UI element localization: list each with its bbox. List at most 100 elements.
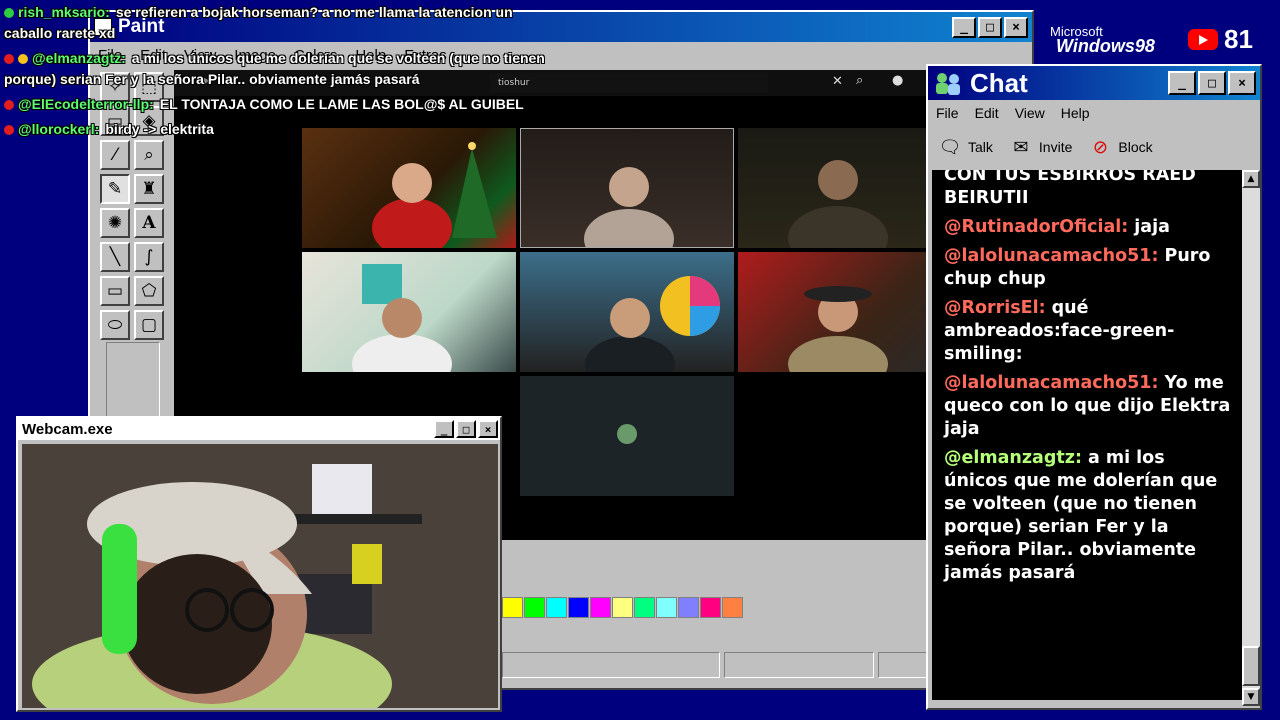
avatar-icon [617,424,637,444]
maximize-button[interactable]: □ [978,16,1002,38]
palette-swatch[interactable] [524,597,545,618]
palette-swatch[interactable] [722,597,743,618]
chat-username[interactable]: @lalolunacamacho51: [944,373,1159,393]
christmas-tree-icon [372,142,497,248]
chat-title: Chat [970,67,1028,98]
palette-swatch[interactable] [590,597,611,618]
close-button[interactable]: × [1228,71,1256,95]
talk-button[interactable]: 🗨 Talk [938,135,993,159]
chat-username[interactable]: @RorrisEl: [944,298,1046,318]
text-icon[interactable]: A [134,208,164,238]
overlay-chat-line: @ElEcodelterror-llp: EL TONTAJA COMO LE L… [4,96,524,112]
chat-scrollbar[interactable]: ▲ ▼ [1242,170,1260,706]
video-tile-3[interactable] [738,128,952,248]
webcam-title: Webcam.exe [22,420,113,438]
menu-file[interactable]: File [936,105,959,121]
youtube-search-input[interactable]: tioshur [490,73,768,93]
airbrush-icon[interactable]: ✺ [100,208,130,238]
video-tile-empty[interactable] [520,376,734,496]
chat-text: jaja [1134,217,1170,237]
block-label: Block [1118,139,1153,155]
close-button[interactable]: × [478,420,498,438]
streamer-silhouette-icon [788,160,888,248]
youtube-icon [1188,29,1218,50]
line-icon[interactable]: ╲ [100,242,130,272]
palette-swatch[interactable] [568,597,589,618]
chat-username[interactable]: @lalolunacamacho51: [944,246,1159,266]
palette-swatch[interactable] [546,597,567,618]
overlay-chat-line: @elmanzagtz: a mi los únicos que me doler… [4,50,545,66]
talk-label: Talk [968,139,993,155]
invite-button[interactable]: ✉ Invite [1009,135,1072,159]
chat-message: @lalolunacamacho51: Puro chup chup [944,245,1232,291]
chat-text: a mi los únicos que me dolerían que se v… [944,448,1218,583]
webcam-window: Webcam.exe _ □ × [16,416,502,712]
palette-swatch[interactable] [656,597,677,618]
palette-swatch[interactable] [612,597,633,618]
overlay-chat-line: @llorockerl: birdy -> elektrita [4,121,214,137]
rectangle-icon[interactable]: ▭ [100,276,130,306]
maximize-button[interactable]: □ [456,420,476,438]
minimize-button[interactable]: _ [434,420,454,438]
pencil-icon[interactable]: ✎ [100,174,130,204]
viewer-counter: 81 [1188,24,1253,55]
chat-message: @RutinadorOficial: jaja [944,216,1232,239]
ellipse-icon[interactable]: ⬭ [100,310,130,340]
palette-swatch[interactable] [502,597,523,618]
chat-menubar: File Edit View Help [928,100,1260,126]
webcam-titlebar[interactable]: Webcam.exe _ □ × [18,418,500,440]
invite-label: Invite [1038,139,1073,155]
prize-wheel-icon [585,276,720,372]
chat-message: CON TUS ESBIRROS RAED BEIRUTII [944,170,1232,210]
people-icon [932,70,964,96]
curve-icon[interactable]: ∫ [134,242,164,272]
microphone-icon[interactable]: ● [892,73,903,88]
close-button[interactable]: × [1004,16,1028,38]
chat-titlebar[interactable]: Chat _ □ × [928,66,1260,100]
minimize-button[interactable]: _ [1168,71,1196,95]
status-cell [724,652,874,678]
video-tile-5[interactable] [520,252,734,372]
palette-swatch[interactable] [634,597,655,618]
block-button[interactable]: ⊘ Block [1088,135,1153,159]
menu-help[interactable]: Help [1061,105,1090,121]
streamer-silhouette-icon [352,264,452,372]
video-tile-1[interactable] [302,128,516,248]
invite-icon: ✉ [1013,136,1029,157]
clear-search-icon[interactable]: ✕ [832,74,843,89]
palette-swatch[interactable] [678,597,699,618]
chat-username[interactable]: @RutinadorOficial: [944,217,1128,237]
polygon-icon[interactable]: ⬠ [134,276,164,306]
palette-swatch[interactable] [700,597,721,618]
chat-message: @lalolunacamacho51: Yo me queco con lo qu… [944,372,1232,441]
badge-icon [4,8,14,19]
scroll-thumb[interactable] [1242,646,1260,686]
scroll-up-icon[interactable]: ▲ [1242,170,1260,188]
chat-text: CON TUS ESBIRROS RAED BEIRUTII [944,170,1196,208]
video-tile-4[interactable] [302,252,516,372]
video-tile-2[interactable] [520,128,734,248]
streamer-silhouette-icon [788,286,888,372]
youtube-badge-icon [4,125,14,136]
member-badge-icon [18,54,28,65]
youtube-badge-icon [4,100,14,111]
chat-message: @elmanzagtz: a mi los únicos que me doler… [944,447,1232,585]
talk-icon: 🗨 [938,136,962,157]
viewer-count: 81 [1224,24,1253,54]
overlay-chat-line: rish_mksario: se refieren a bojak horsema… [4,4,513,20]
chat-message-log[interactable]: CON TUS ESBIRROS RAED BEIRUTII @Rutinador… [932,170,1242,700]
search-icon[interactable]: ⌕ [856,73,863,88]
rounded-rect-icon[interactable]: ▢ [134,310,164,340]
menu-edit[interactable]: Edit [975,105,999,121]
tool-options-panel[interactable] [106,342,160,422]
minimize-button[interactable]: _ [952,16,976,38]
maximize-button[interactable]: □ [1198,71,1226,95]
scroll-down-icon[interactable]: ▼ [1242,688,1260,706]
menu-view[interactable]: View [1015,105,1045,121]
video-tile-6[interactable] [738,252,952,372]
brush-icon[interactable]: ♜ [134,174,164,204]
magnifier-icon[interactable]: ⌕ [134,140,164,170]
eyedropper-icon[interactable]: ⁄ [100,140,130,170]
status-cell [878,652,928,678]
chat-username[interactable]: @elmanzagtz: [944,448,1082,468]
